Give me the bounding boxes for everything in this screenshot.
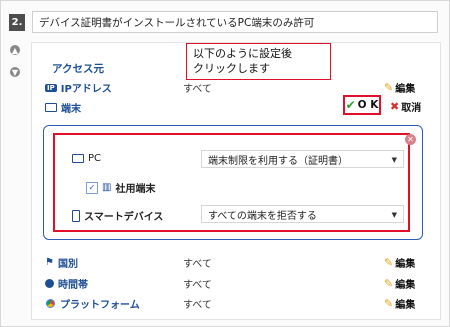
section-title: アクセス元: [52, 63, 104, 75]
chrome-icon: [45, 298, 56, 309]
ip-icon: IP: [45, 83, 57, 92]
time-value: すべて: [183, 280, 212, 291]
cancel-button[interactable]: ✖ 取消: [390, 99, 421, 114]
platform-edit-button[interactable]: ✎ 編集: [384, 296, 415, 311]
smart-device-select[interactable]: すべての端末を拒否する ▼: [201, 205, 404, 223]
country-label: ⚑ 国別: [45, 257, 78, 270]
smart-device-label: スマートデバイス: [72, 208, 163, 223]
flag-icon: ⚑: [45, 257, 54, 268]
monitor-icon: [72, 154, 84, 163]
pc-label: PC: [72, 153, 101, 164]
pencil-icon: ✎: [384, 277, 394, 290]
pc-restriction-select[interactable]: 端末制限を利用する（証明書） ▼: [201, 150, 404, 168]
chevron-down-icon: ▼: [391, 211, 397, 219]
up-arrow-icon[interactable]: ▲: [10, 45, 20, 55]
pencil-icon: ✎: [384, 81, 394, 94]
country-value: すべて: [183, 259, 212, 270]
close-icon: ✖: [390, 100, 400, 113]
time-edit-button[interactable]: ✎ 編集: [384, 276, 415, 291]
terminal-label: 端末: [45, 100, 81, 115]
remove-icon[interactable]: ✕: [405, 134, 416, 145]
country-edit-button[interactable]: ✎ 編集: [384, 255, 415, 270]
ip-address-edit-button[interactable]: ✎ 編集: [384, 80, 415, 95]
check-icon: ✔: [345, 98, 356, 112]
ip-address-label: IP IPアドレス: [45, 83, 112, 95]
platform-label: プラットフォーム: [45, 296, 140, 311]
pencil-icon: ✎: [384, 256, 394, 269]
step-number: 2.: [9, 14, 25, 31]
platform-value: すべて: [183, 300, 212, 311]
monitor-icon: [45, 103, 57, 112]
ok-button[interactable]: ✔ O K: [343, 95, 381, 115]
clock-icon: [45, 279, 54, 288]
instruction-callout: 以下のように設定後 クリックします: [186, 43, 331, 80]
down-arrow-icon[interactable]: ▼: [10, 67, 20, 77]
pencil-icon: ✎: [384, 297, 394, 310]
policy-title-field[interactable]: デバイス証明書がインストールされているPC端末のみ許可: [32, 11, 438, 33]
building-icon: ▥: [102, 182, 112, 193]
chevron-down-icon: ▼: [391, 156, 397, 164]
policy-title-text: デバイス証明書がインストールされているPC端末のみ許可: [39, 16, 315, 29]
time-label: 時間帯: [45, 276, 88, 291]
smartphone-icon: [72, 209, 80, 222]
company-terminal-option[interactable]: ✓ ▥ 社用端末: [86, 180, 155, 195]
ip-address-value: すべて: [183, 84, 212, 95]
company-terminal-checkbox[interactable]: ✓: [86, 181, 98, 194]
